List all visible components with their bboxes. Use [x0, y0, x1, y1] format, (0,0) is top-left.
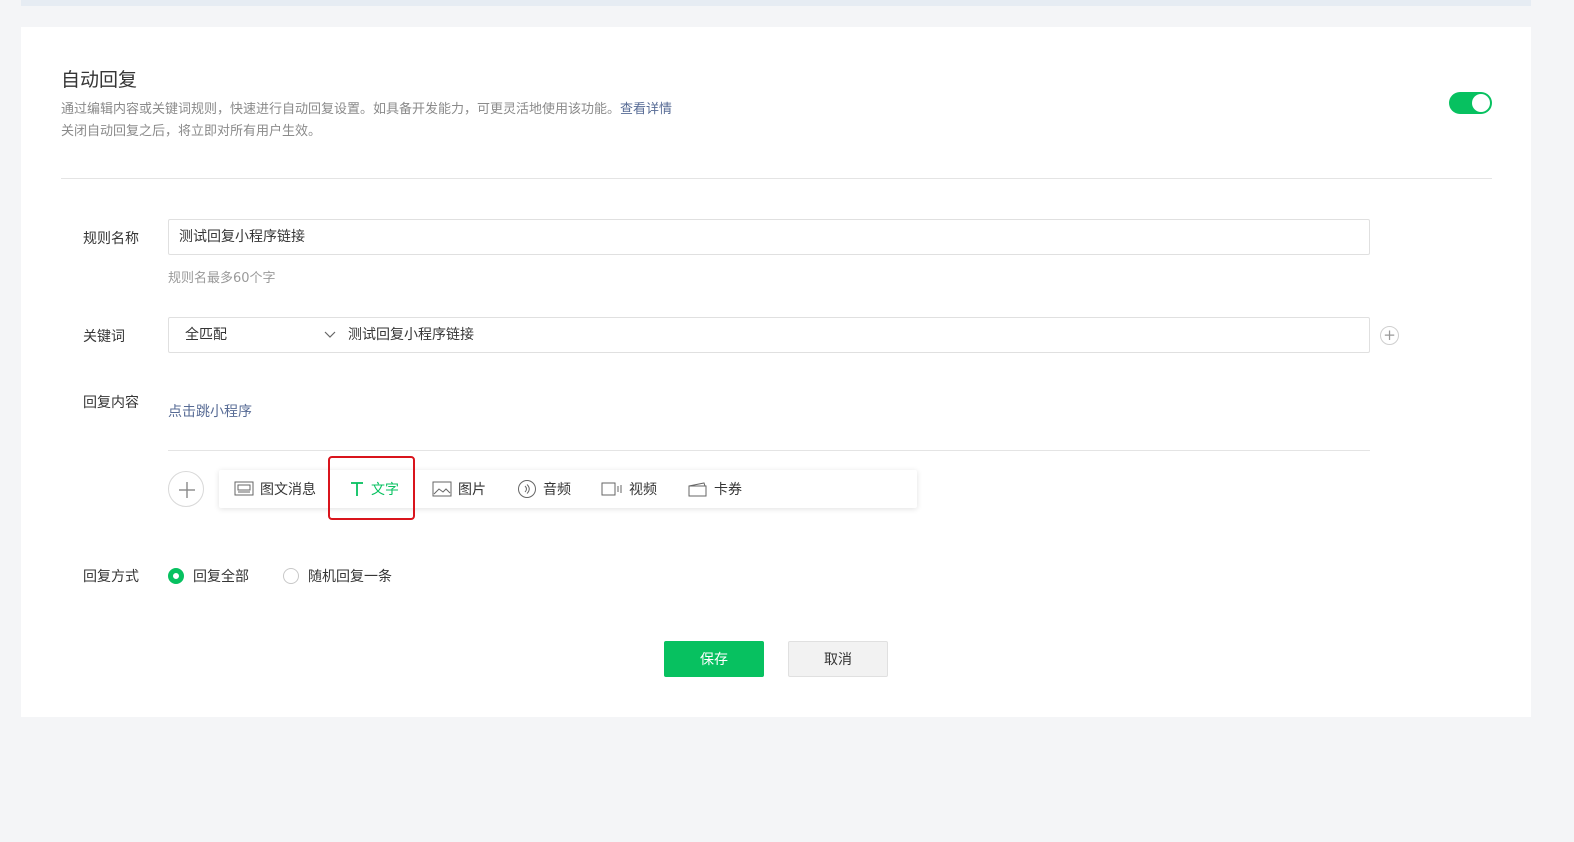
- media-type-news-label: 图文消息: [260, 482, 316, 498]
- media-type-audio-label: 音频: [543, 482, 571, 498]
- keyword-match-select[interactable]: 全匹配: [185, 318, 227, 352]
- radio-unchecked-icon: [283, 568, 299, 584]
- chevron-down-icon[interactable]: [324, 328, 336, 340]
- video-icon: [601, 482, 622, 496]
- cancel-button[interactable]: 取消: [788, 641, 888, 677]
- add-keyword-button[interactable]: +: [1380, 326, 1399, 345]
- toggle-knob: [1472, 94, 1490, 112]
- media-type-video-label: 视频: [629, 482, 657, 498]
- news-icon: [234, 481, 254, 496]
- media-type-text-label: 文字: [371, 482, 399, 498]
- media-type-video[interactable]: 视频: [601, 470, 657, 508]
- media-type-news[interactable]: 图文消息: [234, 470, 316, 508]
- card-icon: [688, 482, 707, 497]
- rule-name-label: 规则名称: [83, 231, 139, 247]
- reply-mode-random-radio[interactable]: 随机回复一条: [283, 566, 392, 586]
- text-icon: [351, 482, 363, 496]
- header-divider: [61, 178, 1492, 179]
- audio-icon: [518, 480, 536, 498]
- rule-name-hint: 规则名最多60个字: [168, 271, 276, 286]
- media-type-card-label: 卡券: [714, 482, 742, 498]
- rule-name-input[interactable]: 测试回复小程序链接: [168, 219, 1370, 255]
- reply-mode-radio-group: 回复全部 随机回复一条: [168, 566, 426, 586]
- save-button[interactable]: 保存: [664, 641, 764, 677]
- reply-mode-random-label: 随机回复一条: [308, 569, 392, 585]
- reply-mode-label: 回复方式: [83, 569, 139, 585]
- media-type-image-label: 图片: [458, 482, 486, 498]
- auto-reply-card: 自动回复 通过编辑内容或关键词规则，快速进行自动回复设置。如具备开发能力，可更灵…: [21, 27, 1531, 717]
- page-title: 自动回复: [61, 69, 138, 91]
- reply-mode-all-label: 回复全部: [193, 569, 249, 585]
- radio-checked-icon: [168, 568, 184, 584]
- reply-mode-all-radio[interactable]: 回复全部: [168, 566, 249, 586]
- media-type-image[interactable]: 图片: [432, 470, 486, 508]
- auto-reply-toggle[interactable]: [1449, 92, 1492, 114]
- keyword-input[interactable]: 测试回复小程序链接: [348, 318, 474, 352]
- media-type-text[interactable]: 文字: [349, 470, 399, 508]
- media-type-audio[interactable]: 音频: [517, 470, 571, 508]
- keyword-label: 关键词: [83, 329, 125, 345]
- reply-content-item[interactable]: 点击跳小程序: [168, 401, 252, 421]
- reply-content-label: 回复内容: [83, 395, 139, 411]
- image-icon: [432, 481, 452, 497]
- reply-content-divider: [168, 450, 1370, 451]
- view-details-link[interactable]: 查看详情: [620, 102, 672, 117]
- description-line-1: 通过编辑内容或关键词规则，快速进行自动回复设置。如具备开发能力，可更灵活地使用该…: [61, 102, 621, 117]
- auto-reply-header: 自动回复 通过编辑内容或关键词规则，快速进行自动回复设置。如具备开发能力，可更灵…: [61, 65, 1491, 143]
- page-description: 通过编辑内容或关键词规则，快速进行自动回复设置。如具备开发能力，可更灵活地使用该…: [61, 99, 1491, 143]
- plus-icon: [179, 482, 195, 498]
- top-banner-strip: [21, 0, 1531, 6]
- media-type-bar: 图文消息 文字 图片 音频 视频 卡券: [219, 470, 917, 508]
- media-type-card[interactable]: 卡券: [688, 470, 742, 508]
- keyword-row: 全匹配 测试回复小程序链接: [168, 317, 1370, 353]
- description-line-2: 关闭自动回复之后，将立即对所有用户生效。: [61, 124, 322, 139]
- add-reply-button[interactable]: [168, 471, 204, 507]
